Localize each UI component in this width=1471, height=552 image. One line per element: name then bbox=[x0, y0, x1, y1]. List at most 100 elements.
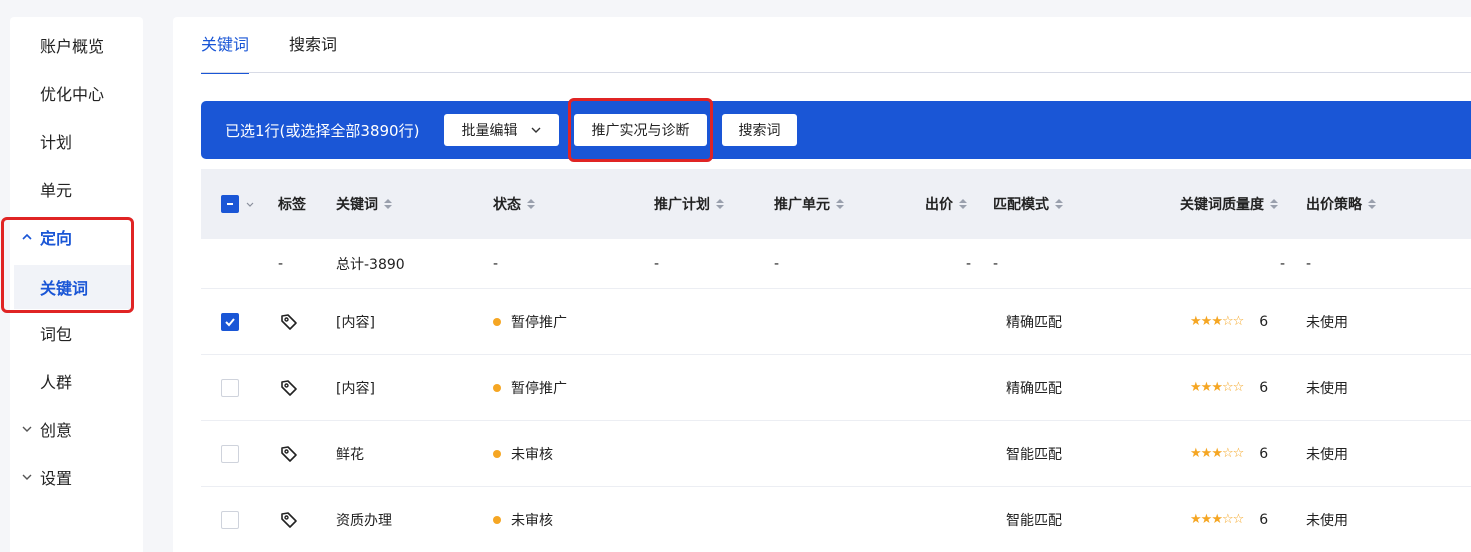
tag-icon[interactable] bbox=[279, 355, 299, 420]
batch-edit-dropdown[interactable]: 批量编辑 bbox=[444, 114, 559, 146]
tab-bar: 关键词 搜索词 bbox=[201, 17, 377, 74]
bid-strategy-text: 未使用 bbox=[1306, 380, 1348, 397]
sidebar-item-optimization-center[interactable]: 优化中心 bbox=[10, 71, 143, 115]
table-row[interactable]: 鲜花 未审核 智能匹配 ★ ★ ★ ☆ ☆ 6 未使用 bbox=[201, 421, 1471, 487]
status-dot-icon bbox=[493, 383, 501, 392]
sort-icon bbox=[959, 199, 967, 209]
summary-tag: - bbox=[278, 255, 284, 272]
quality-cell: ★ ★ ★ ☆ ☆ 6 bbox=[1190, 355, 1268, 420]
sidebar-item-label: 单元 bbox=[40, 181, 73, 200]
quality-score: 6 bbox=[1259, 379, 1269, 396]
keyword-text: 资质办理 bbox=[336, 512, 392, 529]
table-row[interactable]: [内容] 暂停推广 精确匹配 ★ ★ ★ ☆ ☆ 6 未使用 bbox=[201, 289, 1471, 355]
table-row[interactable]: 资质办理 未审核 智能匹配 ★ ★ ★ ☆ ☆ 6 未使用 bbox=[201, 487, 1471, 552]
status-dot-icon bbox=[493, 449, 501, 458]
tag-icon[interactable] bbox=[279, 289, 299, 354]
star-filled-icon: ★ bbox=[1200, 446, 1213, 461]
row-checkbox[interactable] bbox=[221, 421, 239, 486]
match-mode-text: 智能匹配 bbox=[1006, 446, 1062, 463]
star-filled-icon: ★ bbox=[1190, 314, 1202, 329]
sort-icon bbox=[1270, 199, 1278, 209]
sidebar-group-settings[interactable]: 设置 bbox=[10, 455, 143, 499]
star-empty-icon: ☆ bbox=[1221, 314, 1234, 329]
star-filled-icon: ★ bbox=[1200, 380, 1213, 395]
quality-stars: ★ ★ ★ ☆ ☆ bbox=[1190, 380, 1244, 395]
summary-plan: - bbox=[654, 255, 660, 272]
sort-icon bbox=[1055, 199, 1063, 209]
sidebar-group-targeting[interactable]: 定向 bbox=[10, 215, 143, 259]
sort-icon bbox=[1368, 199, 1376, 209]
tag-icon[interactable] bbox=[279, 487, 299, 552]
column-header-unit[interactable]: 推广单元 bbox=[774, 169, 845, 239]
summary-bid: - bbox=[966, 255, 972, 272]
column-header-quality[interactable]: 关键词质量度 bbox=[1180, 169, 1279, 239]
sidebar-item-account-overview[interactable]: 账户概览 bbox=[10, 23, 143, 67]
sidebar-item-unit[interactable]: 单元 bbox=[10, 167, 143, 211]
sidebar-item-audience[interactable]: 人群 bbox=[10, 359, 143, 403]
match-mode-text: 精确匹配 bbox=[1006, 314, 1062, 331]
chevron-down-icon bbox=[20, 469, 36, 485]
status-text: 未审核 bbox=[511, 446, 553, 463]
star-filled-icon: ★ bbox=[1200, 314, 1213, 329]
star-filled-icon: ★ bbox=[1190, 512, 1202, 527]
chevron-down-icon bbox=[246, 202, 254, 207]
status-dot-icon bbox=[493, 317, 501, 326]
sidebar-item-plan[interactable]: 计划 bbox=[10, 119, 143, 163]
row-checkbox[interactable] bbox=[221, 487, 239, 552]
star-filled-icon: ★ bbox=[1200, 512, 1213, 527]
tab-search-terms[interactable]: 搜索词 bbox=[289, 17, 337, 73]
chevron-down-icon bbox=[20, 421, 36, 437]
row-checkbox[interactable] bbox=[221, 355, 239, 420]
table-header: 标签 关键词 状态 推广计划 推广单元 出价 匹配模式 关键词质量度 出价策略 bbox=[201, 169, 1471, 239]
match-mode-text: 精确匹配 bbox=[1006, 380, 1062, 397]
status-cell: 未审核 bbox=[493, 487, 553, 552]
star-empty-icon: ☆ bbox=[1232, 446, 1245, 461]
diagnose-label: 推广实况与诊断 bbox=[591, 123, 690, 139]
status-cell: 暂停推广 bbox=[493, 355, 567, 420]
quality-score: 6 bbox=[1259, 511, 1269, 528]
summary-match: - bbox=[993, 255, 999, 272]
tag-icon[interactable] bbox=[279, 421, 299, 486]
sidebar-item-label: 账户概览 bbox=[40, 37, 105, 56]
sidebar-item-label: 计划 bbox=[40, 133, 73, 152]
quality-stars: ★ ★ ★ ☆ ☆ bbox=[1190, 446, 1245, 461]
column-header-strategy[interactable]: 出价策略 bbox=[1306, 169, 1377, 239]
search-terms-button[interactable]: 搜索词 bbox=[722, 114, 797, 146]
star-empty-icon: ☆ bbox=[1232, 512, 1245, 527]
sidebar-item-label: 创意 bbox=[40, 421, 73, 440]
column-header-status[interactable]: 状态 bbox=[493, 169, 536, 239]
checkbox-icon bbox=[221, 378, 239, 397]
star-filled-icon: ★ bbox=[1211, 380, 1223, 395]
star-filled-icon: ★ bbox=[1190, 380, 1202, 395]
summary-quality: - bbox=[1280, 255, 1286, 272]
summary-strategy: - bbox=[1306, 255, 1312, 272]
diagnose-button[interactable]: 推广实况与诊断 bbox=[574, 114, 707, 146]
bid-strategy-text: 未使用 bbox=[1306, 446, 1348, 463]
column-header-keyword[interactable]: 关键词 bbox=[336, 169, 393, 239]
star-empty-icon: ☆ bbox=[1232, 314, 1245, 329]
status-cell: 暂停推广 bbox=[493, 289, 567, 354]
column-header-bid[interactable]: 出价 bbox=[925, 169, 968, 239]
summary-row: - 总计-3890 - - - - - - - bbox=[201, 239, 1471, 289]
sort-icon bbox=[836, 199, 844, 209]
star-empty-icon: ☆ bbox=[1221, 380, 1234, 395]
search-terms-label: 搜索词 bbox=[738, 123, 781, 139]
quality-cell: ★ ★ ★ ☆ ☆ 6 bbox=[1190, 289, 1268, 354]
sidebar-item-keywords[interactable]: 关键词 bbox=[14, 265, 134, 309]
column-header-plan[interactable]: 推广计划 bbox=[654, 169, 725, 239]
column-header-match[interactable]: 匹配模式 bbox=[993, 169, 1064, 239]
tab-keywords[interactable]: 关键词 bbox=[201, 17, 250, 74]
selection-count-text: 已选1行(或选择全部3890行) bbox=[225, 121, 420, 140]
row-checkbox[interactable] bbox=[221, 289, 239, 354]
status-cell: 未审核 bbox=[493, 421, 553, 486]
select-all-checkbox[interactable] bbox=[221, 169, 255, 239]
column-header-tag: 标签 bbox=[278, 197, 306, 213]
sidebar-item-label: 人群 bbox=[40, 373, 73, 392]
status-dot-icon bbox=[493, 515, 501, 524]
sidebar-item-label: 关键词 bbox=[40, 279, 89, 298]
sidebar-item-word-package[interactable]: 词包 bbox=[10, 311, 143, 355]
sidebar-group-creative[interactable]: 创意 bbox=[10, 407, 143, 451]
quality-score: 6 bbox=[1259, 445, 1269, 462]
quality-cell: ★ ★ ★ ☆ ☆ 6 bbox=[1190, 487, 1268, 552]
table-row[interactable]: [内容] 暂停推广 精确匹配 ★ ★ ★ ☆ ☆ 6 未使用 bbox=[201, 355, 1471, 421]
